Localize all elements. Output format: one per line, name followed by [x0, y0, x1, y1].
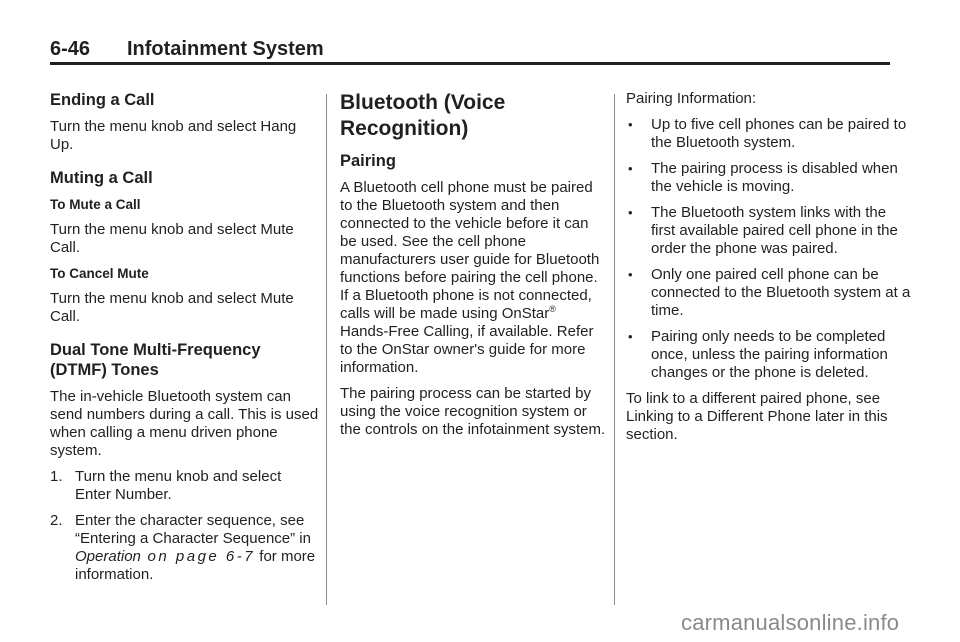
section-title: Infotainment System — [127, 38, 324, 60]
pairing-heading: Pairing — [340, 152, 396, 170]
list-item: • The Bluetooth system links with the fir… — [626, 204, 911, 258]
bullet-text: The Bluetooth system links with the firs… — [651, 204, 898, 257]
ending-call-body: Turn the menu knob and select Hang Up. — [50, 118, 297, 153]
paragraph-text: A Bluetooth cell phone must be paired to… — [340, 179, 600, 322]
list-item: • Up to five cell phones can be paired to… — [626, 116, 911, 152]
column-divider — [326, 94, 327, 605]
to-mute-subheading: To Mute a Call — [50, 197, 141, 212]
bullet-icon: • — [628, 329, 633, 344]
step-number: 2. — [50, 512, 63, 529]
dtmf-body: The in-vehicle Bluetooth system can send… — [50, 388, 319, 459]
pairing-info-list: • Up to five cell phones can be paired to… — [626, 116, 911, 382]
to-cancel-subheading: To Cancel Mute — [50, 266, 149, 281]
paragraph-text: Hands-Free Calling, if available. Refer … — [340, 323, 594, 376]
column-2: Bluetooth (Voice Recognition) Pairing A … — [340, 90, 608, 447]
list-item: • The pairing process is disabled when th… — [626, 160, 911, 196]
registered-mark: ® — [549, 304, 556, 314]
dtmf-heading: Dual Tone Multi-Frequency (DTMF) Tones — [50, 341, 261, 379]
watermark-link[interactable]: carmanualsonline.info — [681, 610, 899, 636]
bullet-text: Pairing only needs to be completed once,… — [651, 328, 888, 381]
list-item: • Only one paired cell phone can be conne… — [626, 266, 911, 320]
pairing-info-intro: Pairing Information: — [626, 90, 757, 107]
ending-call-heading: Ending a Call — [50, 91, 155, 109]
cross-reference-link[interactable]: Operation — [75, 548, 141, 565]
column-divider — [614, 94, 615, 605]
list-item: • Pairing only needs to be completed once… — [626, 328, 911, 382]
pairing-paragraph-2: The pairing process can be started by us… — [340, 385, 606, 438]
bullet-icon: • — [628, 161, 633, 176]
to-mute-body: Turn the menu knob and select Mute Call. — [50, 221, 294, 256]
bullet-icon: • — [628, 205, 633, 220]
header-rule — [50, 62, 890, 65]
dtmf-steps: 1. Turn the menu knob and select Enter N… — [50, 468, 320, 584]
column-3: Pairing Information: • Up to five cell ph… — [626, 90, 911, 452]
step-number: 1. — [50, 468, 63, 485]
bullet-text: Up to five cell phones can be paired to … — [651, 116, 907, 151]
bullet-icon: • — [628, 267, 633, 282]
page-reference-link[interactable]: on page 6-7 — [141, 548, 255, 565]
to-cancel-body: Turn the menu knob and select Mute Call. — [50, 290, 294, 325]
page-header: 6-46 Infotainment System — [50, 38, 890, 65]
muting-call-heading: Muting a Call — [50, 169, 153, 187]
bullet-icon: • — [628, 117, 633, 132]
closing-paragraph: To link to a different paired phone, see… — [626, 390, 888, 443]
pairing-paragraph-1: A Bluetooth cell phone must be paired to… — [340, 179, 608, 377]
list-item: 1. Turn the menu knob and select Enter N… — [50, 468, 320, 504]
bluetooth-title: Bluetooth (Voice Recognition) — [340, 91, 506, 140]
step-text: Turn the menu knob and select Enter Numb… — [75, 468, 282, 503]
step-text: Enter the character sequence, see “Enter… — [75, 512, 311, 547]
page-number: 6-46 — [50, 38, 91, 60]
column-1: Ending a Call Turn the menu knob and sel… — [50, 90, 320, 592]
list-item: 2. Enter the character sequence, see “En… — [50, 512, 320, 584]
bullet-text: The pairing process is disabled when the… — [651, 160, 898, 195]
bullet-text: Only one paired cell phone can be connec… — [651, 266, 911, 319]
